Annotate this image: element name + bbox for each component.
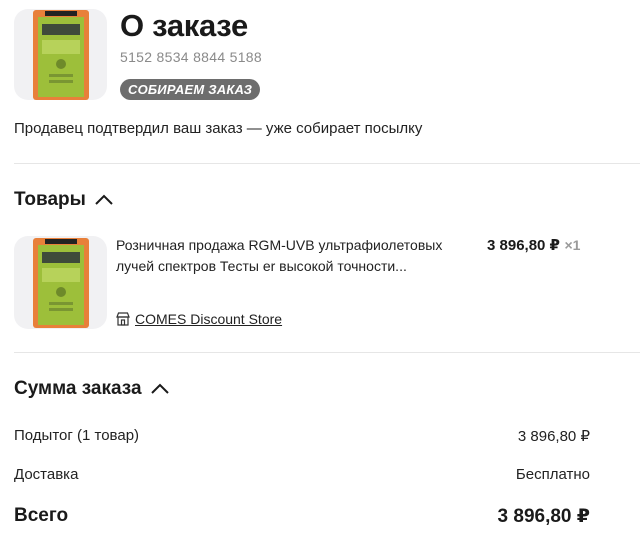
product-quantity: ×1 bbox=[564, 237, 581, 253]
product-name-line1: Розничная продажа RGM-UVB ультрафиолетов… bbox=[116, 237, 443, 253]
delivery-label: Доставка bbox=[14, 466, 79, 483]
product-price-block: 3 896,80 ₽ ×1 bbox=[487, 236, 580, 255]
status-badge: СОБИРАЕМ ЗАКАЗ bbox=[120, 79, 261, 100]
items-section-title: Товары bbox=[14, 189, 86, 210]
summary-section-title: Сумма заказа bbox=[14, 378, 142, 399]
product-name-line2: лучей спектров Тесты er высокой точности… bbox=[116, 258, 407, 274]
items-section-header[interactable]: Товары bbox=[14, 189, 114, 211]
total-label: Всего bbox=[14, 505, 69, 526]
store-name[interactable]: COMES Discount Store bbox=[135, 311, 282, 327]
chevron-up-icon[interactable] bbox=[94, 194, 114, 206]
chevron-up-icon[interactable] bbox=[150, 383, 170, 395]
product-image[interactable] bbox=[14, 236, 107, 329]
store-link[interactable]: COMES Discount Store bbox=[116, 311, 282, 327]
page-title: О заказе bbox=[120, 8, 248, 43]
summary-section-header[interactable]: Сумма заказа bbox=[14, 378, 170, 400]
status-message: Продавец подтвердил ваш заказ — уже соби… bbox=[14, 120, 423, 137]
product-name[interactable]: Розничная продажа RGM-UVB ультрафиолетов… bbox=[116, 235, 471, 277]
product-price: 3 896,80 ₽ bbox=[487, 237, 560, 254]
subtotal-label: Подытог (1 товар) bbox=[14, 427, 140, 444]
divider bbox=[14, 352, 640, 353]
order-number: 5152 8534 8844 5188 bbox=[120, 49, 262, 65]
device-icon bbox=[32, 237, 89, 328]
product-image-header bbox=[14, 9, 107, 100]
total-value: 3 896,80 ₽ bbox=[497, 506, 590, 527]
device-icon bbox=[32, 9, 89, 100]
divider bbox=[14, 163, 640, 164]
store-icon bbox=[116, 312, 130, 326]
delivery-value: Бесплатно bbox=[515, 466, 590, 483]
subtotal-value: 3 896,80 ₽ bbox=[517, 428, 590, 445]
